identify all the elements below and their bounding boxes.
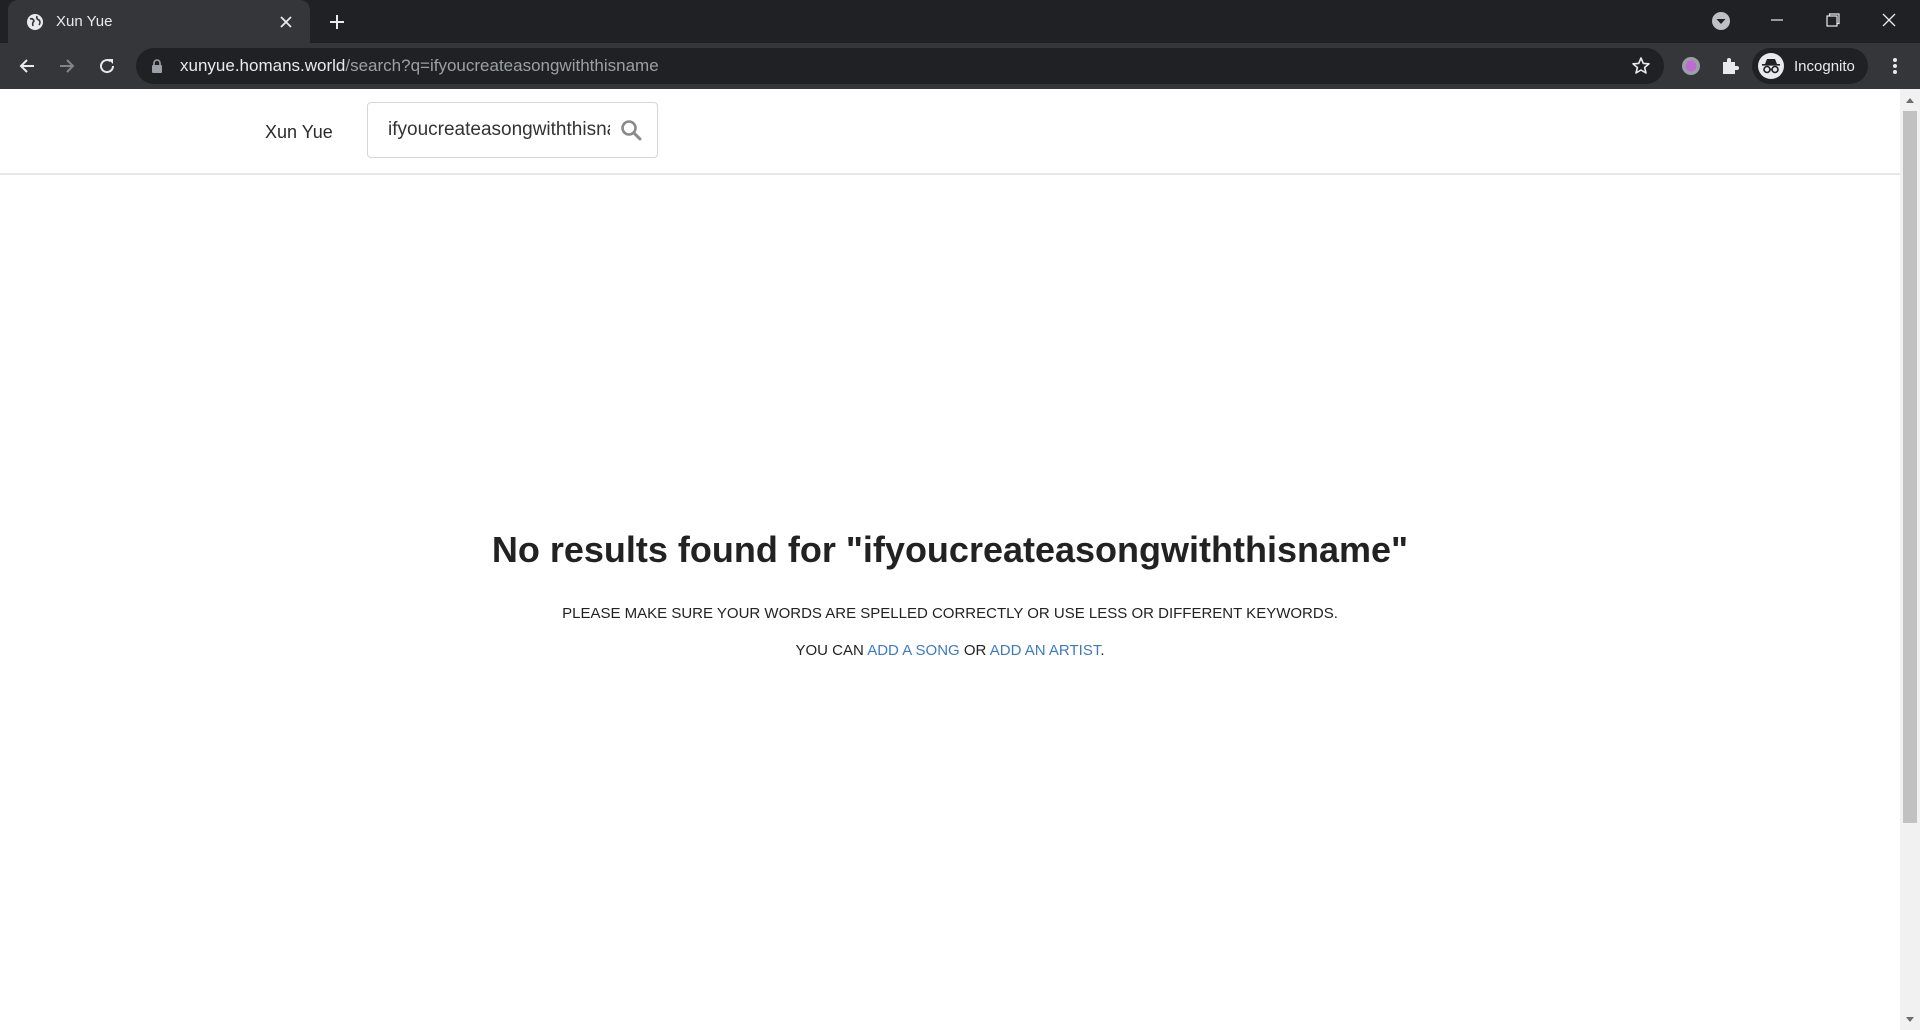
add-song-link[interactable]: ADD A SONG [867,642,960,659]
close-icon[interactable] [276,12,296,32]
address-bar[interactable]: xunyue.homans.world/search?q=ifyoucreate… [136,48,1664,84]
reload-icon[interactable] [92,51,122,81]
browser-tab[interactable]: Xun Yue [8,0,310,43]
puzzle-icon[interactable] [1716,52,1744,80]
or-text: OR [963,642,987,659]
star-icon[interactable] [1630,55,1652,77]
site-header: Xun Yue [0,89,1900,175]
no-results-heading: No results found for "ifyoucreateasongwi… [491,529,1409,570]
browser-tabstrip: Xun Yue [0,0,1920,43]
extension-icon[interactable] [1677,52,1705,80]
plus-icon[interactable] [325,10,349,34]
browser-toolbar: xunyue.homans.world/search?q=ifyoucreate… [0,43,1920,89]
page-scrollbar[interactable] [1900,89,1920,1030]
scrollbar-thumb[interactable] [1903,111,1917,823]
more-vert-icon[interactable] [1880,51,1910,81]
search-icon[interactable] [619,118,643,142]
search-input[interactable] [388,117,610,143]
close-window-icon[interactable] [1866,0,1912,40]
globe-icon [26,13,44,31]
web-page: Xun Yue No results found for "ifyoucreat… [0,89,1900,1030]
add-artist-link[interactable]: ADD AN ARTIST [990,642,1101,659]
url-path: /search?q=ifyoucreateasongwiththisname [345,56,659,75]
add-content-hint: YOU CAN ADD A SONG OR ADD AN ARTIST. [0,642,1900,659]
scroll-down-icon[interactable] [1905,1015,1915,1025]
scroll-up-icon[interactable] [1905,95,1915,105]
restore-icon[interactable] [1810,0,1856,40]
back-icon[interactable] [12,51,42,81]
forward-icon[interactable] [52,51,82,81]
site-brand-link[interactable]: Xun Yue [265,122,333,143]
you-can-text: YOU CAN [795,642,864,659]
no-results-section: No results found for "ifyoucreateasongwi… [0,529,1900,659]
tab-title: Xun Yue [56,13,113,30]
url-text: xunyue.homans.world/search?q=ifyoucreate… [180,56,659,76]
url-host: xunyue.homans.world [180,56,346,75]
minimize-icon[interactable] [1754,0,1800,40]
lock-icon[interactable] [150,58,164,74]
incognito-icon [1758,53,1784,79]
site-search-box [367,102,658,158]
spelling-hint: PLEASE MAKE SURE YOUR WORDS ARE SPELLED … [562,605,1338,622]
period-text: . [1100,642,1105,659]
tab-search-icon[interactable] [1710,10,1732,32]
profile-label: Incognito [1794,57,1855,75]
incognito-profile-button[interactable]: Incognito [1752,48,1868,84]
